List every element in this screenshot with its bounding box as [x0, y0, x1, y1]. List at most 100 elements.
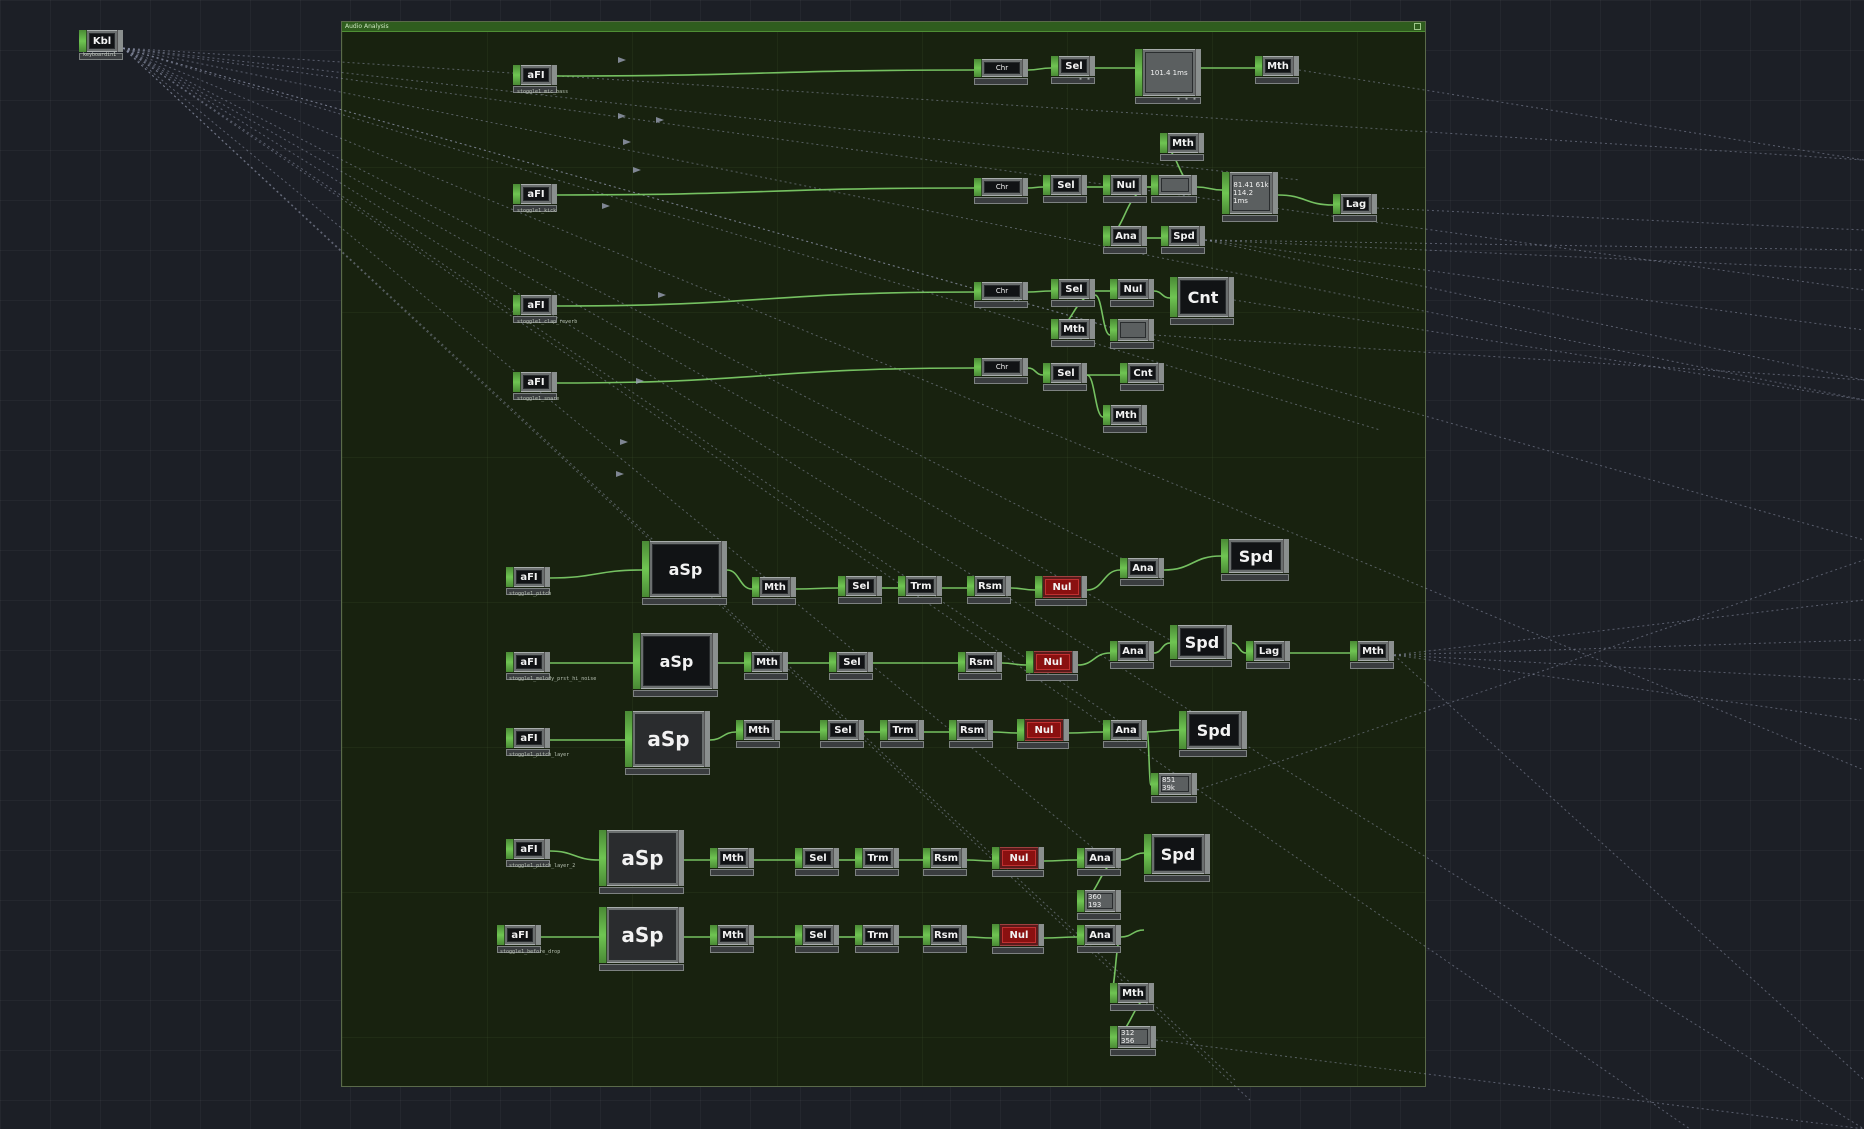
select-node[interactable]: Sel — [1043, 363, 1087, 391]
node-type-label: Mth — [746, 723, 772, 737]
resample-node[interactable]: Rsm — [958, 652, 1002, 680]
trim-node[interactable]: Trm — [855, 848, 899, 876]
null-node[interactable]: Nul — [1017, 719, 1069, 749]
select-node[interactable]: Sel — [1051, 279, 1095, 307]
select-node[interactable]: Sel — [829, 652, 873, 680]
analyze-node[interactable]: Ana — [1110, 641, 1154, 669]
audio-spectrum-node[interactable]: aSp — [633, 633, 718, 697]
node-name: stoggle1_before_drop — [500, 949, 561, 955]
count-node[interactable]: Cnt — [1120, 363, 1164, 391]
count-node[interactable] — [1151, 175, 1197, 203]
node-type-label: Spd — [1171, 229, 1197, 243]
node-type-label: aFI — [516, 842, 542, 856]
speed-node[interactable]: Spd — [1170, 625, 1232, 667]
resample-node[interactable]: Rsm — [923, 925, 967, 953]
select-node[interactable]: Sel — [795, 848, 839, 876]
math-node[interactable]: Mth — [736, 720, 780, 748]
trail-node[interactable]: 101.4 1ms ▪ ▪ ▪ — [1135, 49, 1201, 104]
lag-node[interactable]: Lag — [1333, 194, 1377, 222]
chop-node[interactable]: Chr — [974, 358, 1028, 384]
trail-node[interactable]: 81.41 61k 114.2 1ms — [1222, 172, 1278, 222]
math-node[interactable]: Mth — [752, 577, 796, 605]
math-node[interactable]: Mth — [1160, 133, 1204, 161]
container-close-icon[interactable] — [1414, 23, 1421, 30]
chop-node[interactable]: Chr — [974, 59, 1028, 85]
node-type-label: Mth — [754, 655, 780, 669]
chop-node[interactable]: Chr — [974, 282, 1028, 308]
speed-node[interactable]: Spd — [1161, 226, 1205, 254]
analyze-node[interactable]: Ana — [1120, 558, 1164, 586]
math-node[interactable]: Mth — [710, 848, 754, 876]
math-node[interactable]: Mth — [710, 925, 754, 953]
speed-node[interactable]: Spd — [1221, 539, 1289, 581]
trail-value-bottom: 114.2 1ms — [1233, 189, 1254, 205]
math-node[interactable]: Mth — [1255, 56, 1299, 84]
trim-node[interactable]: Trm — [880, 720, 924, 748]
filter-node[interactable] — [1110, 319, 1154, 349]
node-type-label: Sel — [848, 579, 874, 593]
keyboard-in-node[interactable]: Kbl keyboardin1 — [79, 30, 123, 60]
trail-value: 81.41 61k 114.2 1ms — [1232, 175, 1270, 211]
node-type-label: Nul — [1027, 722, 1061, 738]
analyze-node[interactable]: Ana — [1103, 720, 1147, 748]
null-node[interactable]: Nul — [1026, 651, 1078, 681]
trail-value: 101.4 1ms — [1145, 52, 1193, 93]
node-type-label: Mth — [1360, 644, 1386, 658]
null-node[interactable]: Nul — [1035, 576, 1087, 606]
node-type-label: Rsm — [933, 851, 959, 865]
trim-node[interactable]: Trm — [855, 925, 899, 953]
node-type-label: aSp — [652, 544, 719, 594]
null-node[interactable]: Nul — [992, 924, 1044, 954]
analyze-node[interactable]: Ana — [1103, 226, 1147, 254]
trail-node[interactable]: 312 356 — [1110, 1026, 1156, 1056]
resample-node[interactable]: Rsm — [923, 848, 967, 876]
node-type-label: aFI — [516, 570, 542, 584]
select-node[interactable]: Sel — [795, 925, 839, 953]
node-type-label: Cnt — [1130, 366, 1156, 380]
node-type-label: Ana — [1130, 561, 1156, 575]
audio-spectrum-node[interactable]: aSp — [599, 907, 684, 971]
node-type-label: Cnt — [1180, 280, 1226, 314]
node-type-label: Trm — [865, 928, 891, 942]
math-node[interactable]: Mth — [1051, 319, 1095, 347]
math-node[interactable]: Mth — [1103, 405, 1147, 433]
null-node[interactable]: Nul — [1103, 175, 1147, 203]
node-type-label: Rsm — [933, 928, 959, 942]
node-name: stoggle1_pitch — [509, 591, 552, 597]
select-node[interactable]: Sel — [1043, 175, 1087, 203]
chop-node[interactable]: Chr — [974, 178, 1028, 204]
node-type-label: Sel — [830, 723, 856, 737]
lag-node[interactable]: Lag — [1246, 641, 1290, 669]
math-node[interactable]: Mth — [1350, 641, 1394, 669]
null-node[interactable]: Nul — [992, 847, 1044, 877]
node-type-label: Lag — [1343, 197, 1369, 211]
node-name: stoggle1_snare — [517, 396, 560, 402]
node-type-label: aFI — [523, 375, 549, 389]
speed-node[interactable]: Spd — [1144, 834, 1210, 882]
node-name: stoggle1_pitch_layer — [509, 752, 570, 758]
math-node[interactable]: Mth — [744, 652, 788, 680]
analyze-node[interactable]: Ana — [1077, 925, 1121, 953]
trim-node[interactable]: Trm — [898, 576, 942, 604]
analyze-node[interactable]: Ana — [1077, 848, 1121, 876]
audio-spectrum-node[interactable]: aSp — [642, 541, 727, 605]
count-node[interactable]: Cnt — [1170, 277, 1234, 325]
resample-node[interactable]: Rsm — [967, 576, 1011, 604]
node-type-label: Nul — [1036, 654, 1070, 670]
node-type-label: Sel — [839, 655, 865, 669]
trail-node[interactable]: 360 193 — [1077, 890, 1121, 920]
trail-node[interactable]: 851 39k — [1151, 773, 1197, 803]
node-type-label: aFI — [523, 298, 549, 312]
select-node[interactable]: Sel — [838, 576, 882, 604]
node-name: stoggle1_melody_prst_hi_noise — [509, 676, 597, 682]
node-type-label: Sel — [1061, 282, 1087, 296]
select-node[interactable]: Sel — [820, 720, 864, 748]
speed-node[interactable]: Spd — [1179, 711, 1247, 757]
node-name: stoggle1_mic_bass — [517, 89, 569, 95]
resample-node[interactable]: Rsm — [949, 720, 993, 748]
audio-spectrum-node[interactable]: aSp — [625, 711, 710, 775]
math-node[interactable]: Mth — [1110, 983, 1154, 1011]
audio-spectrum-node[interactable]: aSp — [599, 830, 684, 894]
null-node[interactable]: Nul — [1110, 279, 1154, 307]
select-node[interactable]: Sel ▪ ▪ — [1051, 56, 1095, 84]
